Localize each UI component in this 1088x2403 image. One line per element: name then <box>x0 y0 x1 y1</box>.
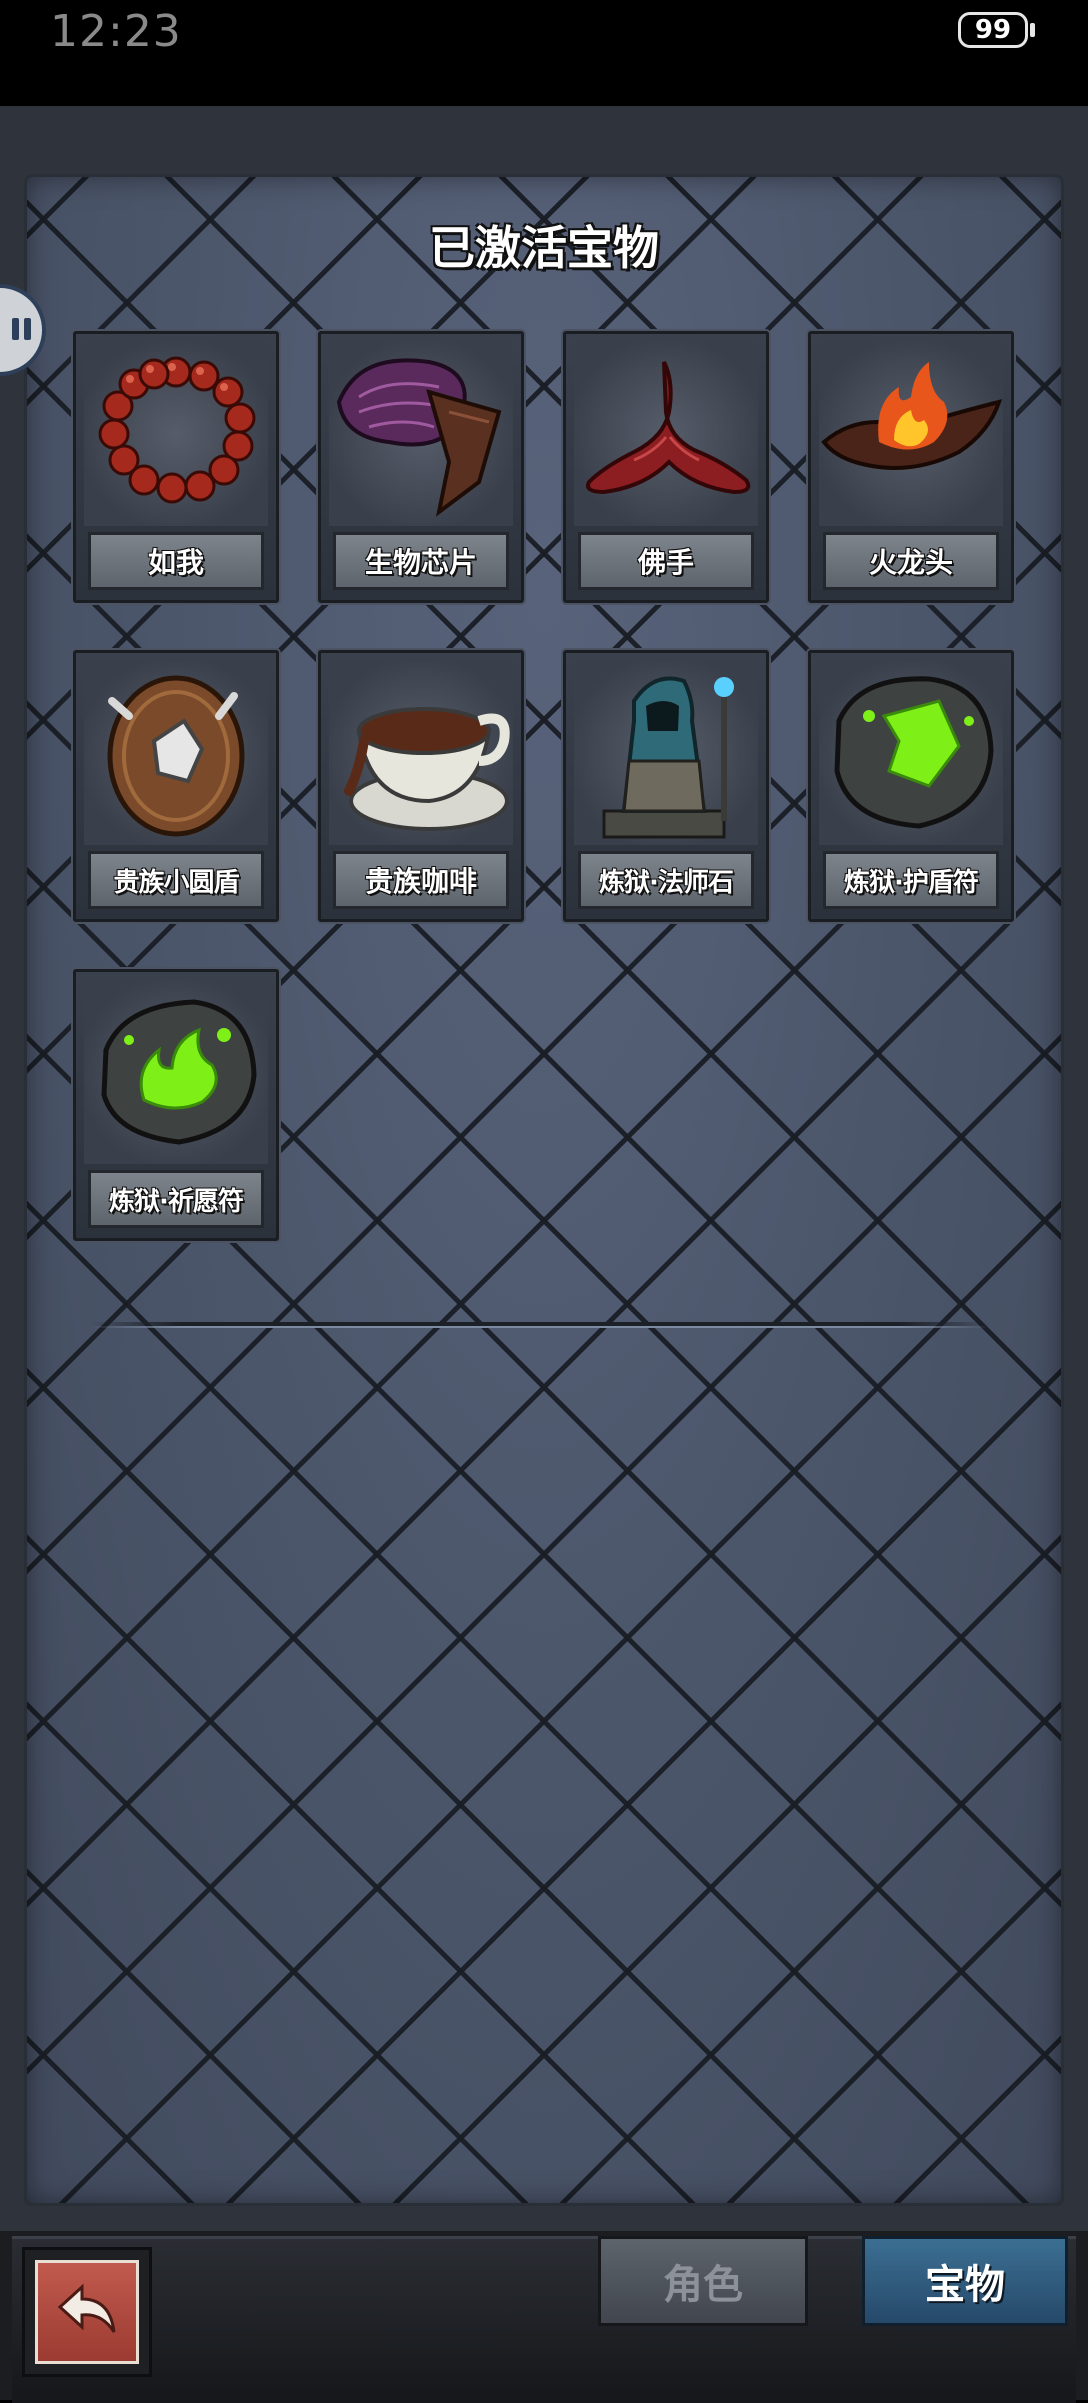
green-flame-stone-icon <box>84 980 268 1164</box>
battery-icon: 99 <box>958 12 1028 48</box>
treasure-label: 贵族小圆盾 <box>88 851 264 909</box>
tab-treasure[interactable]: 宝物 <box>862 2236 1068 2326</box>
tab-role[interactable]: 角色 <box>598 2236 808 2326</box>
back-arrow-icon <box>35 2260 139 2364</box>
buddha-hand-icon <box>574 342 758 526</box>
section-divider <box>90 1322 990 1328</box>
treasure-label: 火龙头 <box>823 532 999 590</box>
treasure-card-wish-rune[interactable]: 炼狱·祈愿符 <box>73 969 279 1241</box>
status-time: 12:23 <box>50 6 182 57</box>
battery-tip <box>1030 23 1035 37</box>
treasure-label: 贵族咖啡 <box>333 851 509 909</box>
status-bar: 12:23 99 <box>0 0 1088 106</box>
prayer-beads-icon <box>84 342 268 526</box>
green-rune-stone-icon <box>819 661 1003 845</box>
treasure-card-noble-shield[interactable]: 贵族小圆盾 <box>73 650 279 922</box>
treasure-label: 如我 <box>88 532 264 590</box>
treasure-card-ruwo[interactable]: 如我 <box>73 331 279 603</box>
treasure-card-mage-stone[interactable]: 炼狱·法师石 <box>563 650 769 922</box>
treasure-card-shield-rune[interactable]: 炼狱·护盾符 <box>808 650 1014 922</box>
treasure-card-foshou[interactable]: 佛手 <box>563 331 769 603</box>
coffee-cup-icon <box>329 661 513 845</box>
treasure-label: 生物芯片 <box>333 532 509 590</box>
treasure-label: 佛手 <box>578 532 754 590</box>
mage-statue-icon <box>574 661 758 845</box>
treasure-card-noble-coffee[interactable]: 贵族咖啡 <box>318 650 524 922</box>
fire-dragon-head-icon <box>819 342 1003 526</box>
treasure-label: 炼狱·祈愿符 <box>88 1170 264 1228</box>
back-button[interactable] <box>22 2247 152 2377</box>
treasure-label: 炼狱·法师石 <box>578 851 754 909</box>
biochip-icon <box>329 342 513 526</box>
treasure-label: 炼狱·护盾符 <box>823 851 999 909</box>
treasure-card-biochip[interactable]: 生物芯片 <box>318 331 524 603</box>
round-shield-icon <box>84 661 268 845</box>
page-title: 已激活宝物 <box>429 221 659 275</box>
treasure-card-fire-dragon[interactable]: 火龙头 <box>808 331 1014 603</box>
